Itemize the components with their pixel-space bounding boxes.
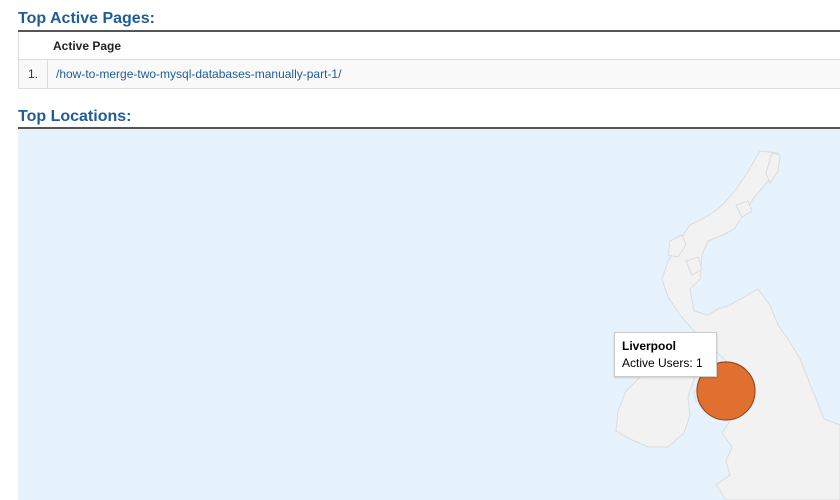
tooltip-active-users: Active Users: 1 (622, 356, 703, 370)
top-pages-title: Top Active Pages: (18, 10, 155, 27)
table-row: 1. /how-to-merge-two-mysql-databases-man… (19, 60, 840, 89)
column-header-active-page: Active Page (53, 39, 122, 53)
row-index: 1. (19, 60, 48, 88)
active-page-link[interactable]: /how-to-merge-two-mysql-databases-manual… (56, 67, 341, 81)
active-pages-table: Active Page 1. /how-to-merge-two-mysql-d… (18, 32, 840, 89)
map-tooltip: Liverpool Active Users: 1 (614, 332, 717, 377)
top-locations-title: Top Locations: (18, 108, 132, 125)
table-header: Active Page (19, 32, 840, 60)
tooltip-city: Liverpool (622, 339, 677, 353)
map-canvas (615, 150, 840, 500)
map-land-great-britain (661, 150, 840, 500)
locations-map[interactable]: Liverpool Active Users: 1 (18, 129, 840, 500)
